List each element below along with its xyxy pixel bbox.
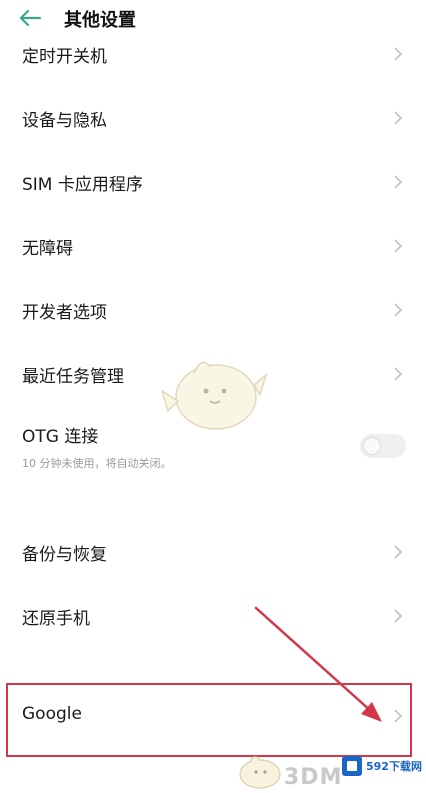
mascot-watermark — [160, 361, 268, 430]
settings-row-label: OTG 连接 — [22, 427, 99, 447]
settings-row-label: 备份与恢复 — [22, 545, 107, 565]
settings-row-label: SIM 卡应用程序 — [22, 175, 143, 195]
chevron-right-icon — [394, 545, 403, 559]
chevron-right-icon — [394, 367, 403, 381]
settings-row-label: 最近任务管理 — [22, 367, 124, 387]
highlight-box — [6, 683, 412, 757]
otg-toggle[interactable] — [360, 434, 406, 458]
settings-row-backup-restore[interactable]: 备份与恢复 — [0, 520, 426, 584]
settings-row-subtitle: 10 分钟未使用，将自动关闭。 — [22, 457, 172, 470]
chevron-right-icon — [394, 303, 403, 317]
chevron-right-icon — [394, 111, 403, 125]
top-bar: 其他设置 — [0, 0, 426, 36]
settings-row-label: 设备与隐私 — [22, 111, 107, 131]
settings-row-device-privacy[interactable]: 设备与隐私 — [0, 86, 426, 150]
site-logo-icon — [342, 756, 362, 776]
settings-row-label: 无障碍 — [22, 239, 73, 259]
chevron-right-icon — [394, 609, 403, 623]
arrow-left-icon — [19, 9, 42, 27]
chevron-right-icon — [394, 239, 403, 253]
settings-row-label: 定时开关机 — [22, 47, 107, 67]
chevron-right-icon — [394, 175, 403, 189]
page-title: 其他设置 — [64, 10, 136, 31]
settings-row-sim-apps[interactable]: SIM 卡应用程序 — [0, 150, 426, 214]
toggle-knob — [364, 438, 380, 454]
settings-row-reset-phone[interactable]: 还原手机 — [0, 584, 426, 648]
settings-row-label: 还原手机 — [22, 609, 90, 629]
back-button[interactable] — [16, 6, 44, 30]
settings-row-scheduled-power[interactable]: 定时开关机 — [0, 38, 426, 70]
settings-row-accessibility[interactable]: 无障碍 — [0, 214, 426, 278]
settings-row-developer-options[interactable]: 开发者选项 — [0, 278, 426, 342]
site-logo-text: 592下载网 — [366, 760, 422, 773]
chevron-right-icon — [394, 47, 403, 61]
site-logo: 592下载网 — [340, 752, 422, 786]
settings-row-label: 开发者选项 — [22, 303, 107, 323]
brand-watermark: 3DM — [284, 765, 343, 790]
